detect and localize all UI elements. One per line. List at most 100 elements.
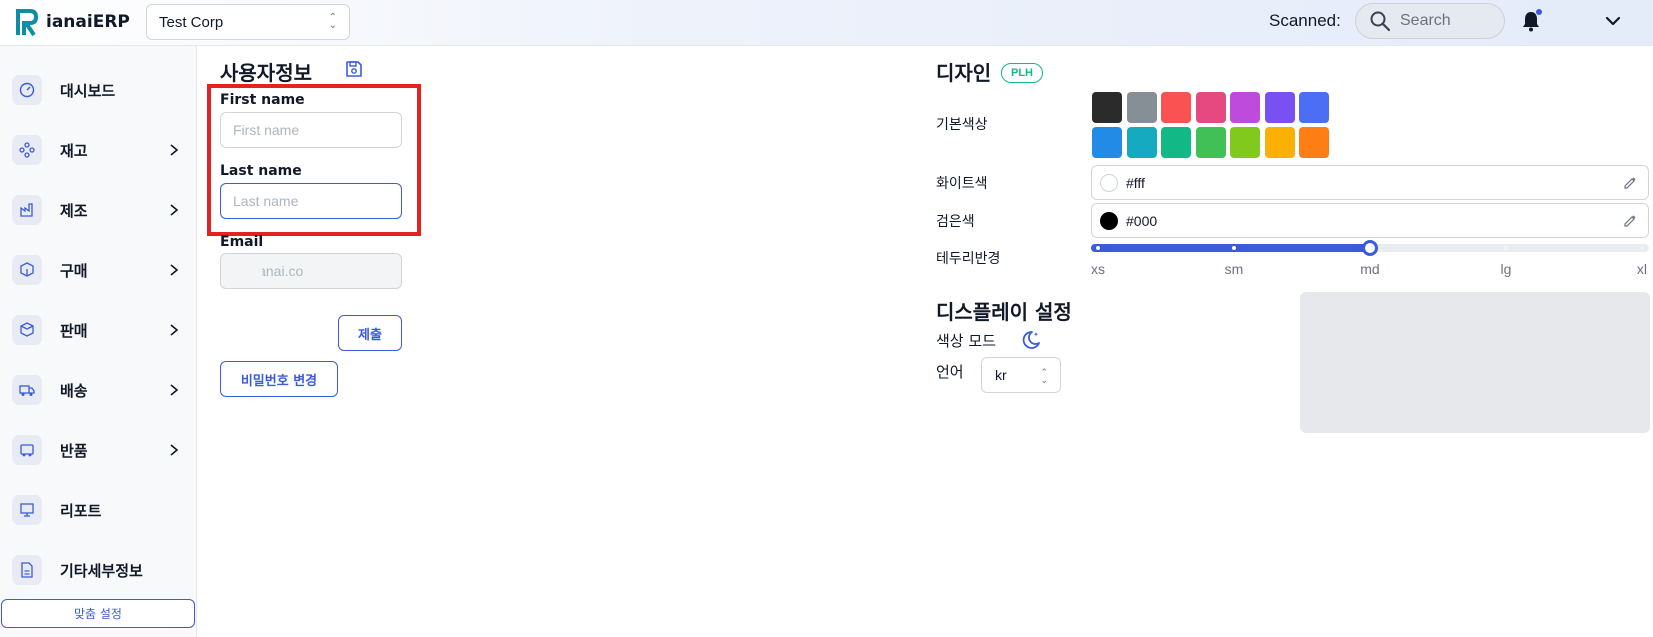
radius-mark-label: xl: [1636, 261, 1647, 277]
scanned-label: Scanned:: [1269, 11, 1341, 30]
radius-mark-label: md: [1360, 261, 1380, 277]
color-swatch[interactable]: [1161, 127, 1191, 158]
black-color-preview: [1100, 211, 1118, 230]
email-label: Email: [220, 234, 264, 250]
custom-settings-button[interactable]: 맞춤 설정: [1, 599, 195, 628]
purchase-icon: [12, 255, 42, 285]
user-info-title: 사용자정보: [220, 61, 312, 85]
display-settings-title: 디스플레이 설정: [936, 300, 1072, 324]
radius-slider-thumb[interactable]: [1362, 240, 1378, 256]
color-swatch[interactable]: [1195, 92, 1226, 123]
search-input[interactable]: [1400, 12, 1490, 30]
change-password-button[interactable]: 비밀번호 변경: [220, 361, 338, 397]
moon-stars-icon[interactable]: [1020, 329, 1042, 351]
sidebar-item-label: 반품: [60, 441, 88, 460]
color-swatch[interactable]: [1126, 92, 1157, 123]
sidebar-item-label: 기타세부정보: [60, 561, 143, 580]
submit-button[interactable]: 제출: [338, 315, 402, 351]
sales-icon: [12, 315, 42, 345]
report-icon: [12, 495, 42, 525]
sidebar-item-label: 리포트: [60, 501, 102, 520]
sidebar-item-label: 제조: [60, 201, 88, 220]
language-select[interactable]: kr ⌃ ⌄: [981, 357, 1061, 393]
sidebar-item-label: 대시보드: [60, 81, 116, 100]
chevron-right-icon: [170, 144, 179, 156]
company-select[interactable]: Test Corp ⌃ ⌄: [146, 4, 350, 40]
color-swatch[interactable]: [1299, 127, 1329, 158]
updown-chevron-icon: ⌃ ⌄: [328, 12, 337, 31]
save-icon[interactable]: [345, 60, 363, 78]
color-swatch[interactable]: [1264, 127, 1295, 158]
user-menu-chevron-icon[interactable]: [1604, 12, 1622, 30]
gauge-icon: [12, 75, 42, 105]
color-swatch[interactable]: [1195, 127, 1226, 158]
search-box[interactable]: [1355, 3, 1505, 39]
top-header: ianaiERP Test Corp ⌃ ⌄ Scanned:: [0, 0, 1653, 46]
inventory-icon: [12, 135, 42, 165]
radius-slider-mark: [1504, 246, 1508, 250]
eyedropper-icon[interactable]: [1622, 175, 1638, 191]
search-icon: [1370, 11, 1390, 31]
color-swatch[interactable]: [1126, 127, 1157, 158]
black-color-value: #000: [1126, 212, 1158, 229]
white-color-input[interactable]: #fff: [1091, 165, 1649, 200]
sidebar-item-inventory[interactable]: 재고: [12, 130, 186, 170]
color-swatch[interactable]: [1092, 92, 1122, 123]
sidebar-item-sales[interactable]: 판매: [12, 310, 186, 350]
design-title: 디자인: [936, 61, 992, 85]
sidebar-item-label: 재고: [60, 141, 88, 160]
sidebar-item-label: 구매: [60, 261, 88, 280]
sidebar-item-returns[interactable]: 반품: [12, 430, 186, 470]
black-color-input[interactable]: #000: [1091, 203, 1649, 238]
radius-slider-mark: [1232, 246, 1236, 250]
highlight-annotation-box: [207, 84, 421, 236]
color-swatch[interactable]: [1161, 92, 1191, 123]
white-color-label: 화이트색: [936, 176, 988, 192]
radius-slider-mark: [1640, 246, 1644, 250]
radius-mark-label: lg: [1500, 261, 1512, 277]
radius-label: 테두리반경: [936, 251, 1001, 267]
black-color-label: 검은색: [936, 214, 975, 230]
return-icon: [12, 435, 42, 465]
color-swatch[interactable]: [1264, 92, 1295, 123]
sidebar-item-shipping[interactable]: 배송: [12, 370, 186, 410]
truck-icon: [12, 375, 42, 405]
color-swatch[interactable]: [1299, 92, 1329, 123]
radius-mark-label: sm: [1224, 261, 1244, 277]
language-label: 언어: [936, 363, 964, 381]
color-swatch[interactable]: [1230, 92, 1260, 123]
base-color-label: 기본색상: [936, 117, 988, 133]
sidebar-item-purchase[interactable]: 구매: [12, 250, 186, 290]
sidebar-item-other-details[interactable]: 기타세부정보: [12, 550, 186, 590]
sidebar: 대시보드 재고 제조 구매 판매 배송 반품 리포트 기타세부정보 맞춤 설정: [0, 46, 197, 637]
brand-name: ianaiERP: [46, 12, 130, 32]
language-select-value: kr: [995, 367, 1007, 383]
company-select-value: Test Corp: [159, 13, 224, 31]
radius-mark-label: xs: [1091, 261, 1105, 277]
sidebar-item-label: 판매: [60, 321, 88, 340]
chevron-right-icon: [170, 204, 179, 216]
chevron-right-icon: [170, 324, 179, 336]
document-icon: [12, 555, 42, 585]
color-mode-label: 색상 모드: [936, 332, 996, 350]
sidebar-item-manufacturing[interactable]: 제조: [12, 190, 186, 230]
factory-icon: [12, 195, 42, 225]
sidebar-item-label: 배송: [60, 381, 88, 400]
ianai-logo-icon: [16, 9, 38, 36]
color-swatch[interactable]: [1230, 127, 1260, 158]
chevron-right-icon: [170, 264, 179, 276]
radius-slider[interactable]: [1091, 240, 1649, 256]
brand-logo[interactable]: ianaiERP: [16, 8, 130, 36]
updown-chevron-icon: ⌃ ⌄: [1040, 367, 1048, 385]
eyedropper-icon[interactable]: [1622, 213, 1638, 229]
white-color-value: #fff: [1126, 174, 1145, 191]
color-swatch[interactable]: [1092, 127, 1122, 158]
theme-preview-panel: [1300, 292, 1650, 433]
design-badge: PLH: [1001, 63, 1043, 83]
radius-slider-mark: [1096, 246, 1100, 250]
chevron-right-icon: [170, 444, 179, 456]
sidebar-item-dashboard[interactable]: 대시보드: [12, 70, 186, 110]
email-redaction: [230, 261, 262, 281]
chevron-right-icon: [170, 384, 179, 396]
sidebar-item-report[interactable]: 리포트: [12, 490, 186, 530]
